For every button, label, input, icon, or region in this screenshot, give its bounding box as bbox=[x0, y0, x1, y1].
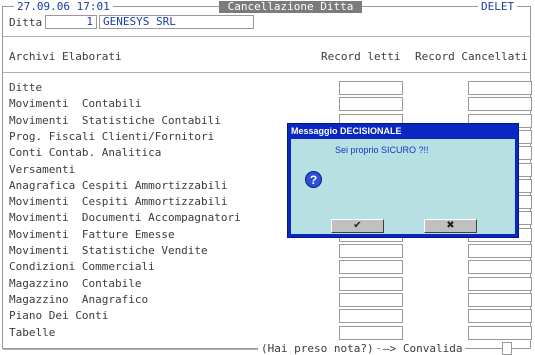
records-deleted-field bbox=[468, 277, 532, 291]
column-header-archives: Archivi Elaborati bbox=[9, 50, 122, 63]
archive-row-label: Movimenti Cespiti Ammortizzabili bbox=[9, 195, 228, 208]
archive-row-label: Movimenti Documenti Accompagnatori bbox=[9, 211, 241, 224]
decision-dialog: Messaggio DECISIONALE Sei proprio SICURO… bbox=[287, 123, 519, 238]
records-read-field bbox=[339, 293, 403, 307]
archive-row-label: Magazzino Anagrafico bbox=[9, 293, 149, 306]
archive-row-label: Movimenti Fatture Emesse bbox=[9, 228, 175, 241]
records-deleted-field bbox=[468, 97, 532, 111]
column-header-read: Record letti bbox=[321, 50, 401, 63]
records-read-field bbox=[339, 277, 403, 291]
archive-row-label: Tabelle bbox=[9, 326, 56, 339]
dialog-message: Sei proprio SICURO ?!! bbox=[335, 145, 429, 155]
archive-row-label: Movimenti Statistiche Vendite bbox=[9, 244, 208, 257]
company-code-field[interactable]: 1 bbox=[45, 15, 97, 29]
records-deleted-field bbox=[468, 293, 532, 307]
records-read-field bbox=[339, 309, 403, 323]
confirm-input[interactable] bbox=[502, 342, 512, 355]
window-title: Cancellazione Ditta bbox=[219, 1, 362, 13]
records-read-field bbox=[339, 97, 403, 111]
archive-row-label: Movimenti Contabili bbox=[9, 97, 142, 110]
dialog-body: Sei proprio SICURO ?!! ? ✔ ✖ bbox=[291, 139, 515, 234]
archive-row-label: Condizioni Commerciali bbox=[9, 260, 155, 273]
records-read-field bbox=[339, 244, 403, 258]
records-deleted-field bbox=[468, 244, 532, 258]
records-deleted-field bbox=[468, 309, 532, 323]
archive-row-label: Movimenti Statistiche Contabili bbox=[9, 114, 221, 127]
records-read-field bbox=[339, 326, 403, 340]
divider bbox=[3, 36, 531, 37]
confirm-button[interactable]: ✔ bbox=[331, 219, 384, 233]
records-deleted-field bbox=[468, 326, 532, 340]
records-read-field bbox=[339, 260, 403, 274]
footer-prompt: (Hai preso nota?) bbox=[258, 343, 377, 355]
cross-icon: ✖ bbox=[446, 220, 455, 231]
date-time: 27.09.06 17:01 bbox=[14, 1, 113, 13]
mode-indicator: DELET bbox=[478, 1, 518, 13]
checkmark-icon: ✔ bbox=[353, 220, 362, 231]
records-read-field bbox=[339, 81, 403, 95]
dialog-title: Messaggio DECISIONALE bbox=[291, 126, 402, 136]
cancel-button[interactable]: ✖ bbox=[424, 219, 477, 233]
records-deleted-field bbox=[468, 260, 532, 274]
question-icon: ? bbox=[305, 171, 322, 188]
archive-row-label: Versamenti bbox=[9, 163, 76, 176]
archive-row-label: Prog. Fiscali Clienti/Fornitori bbox=[9, 130, 215, 143]
company-label: Ditta bbox=[9, 16, 43, 29]
divider bbox=[3, 72, 531, 73]
archive-row-label: Anagrafica Cespiti Ammortizzabili bbox=[9, 179, 228, 192]
confirm-label: —> Convalida bbox=[380, 343, 466, 355]
records-deleted-field bbox=[468, 81, 532, 95]
archive-row-label: Magazzino Contabile bbox=[9, 277, 142, 290]
archive-row-label: Conti Contab. Analitica bbox=[9, 146, 162, 159]
column-header-deleted: Record Cancellati bbox=[415, 50, 528, 63]
archive-row-label: Piano Dei Conti bbox=[9, 309, 109, 322]
company-name-field: GENESYS SRL bbox=[99, 15, 254, 29]
divider bbox=[3, 349, 258, 350]
archive-row-label: Ditte bbox=[9, 81, 43, 94]
